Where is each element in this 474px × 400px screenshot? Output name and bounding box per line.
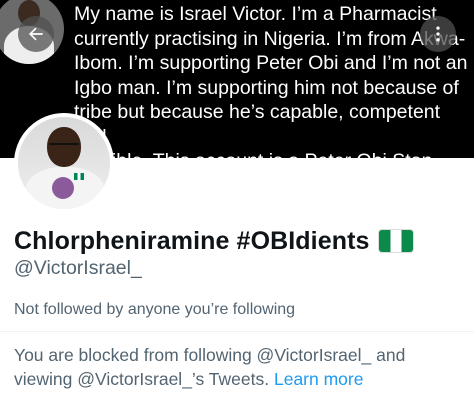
divider [0, 331, 474, 332]
profile-name-row: Chlorpheniramine #OBIdients [14, 226, 414, 256]
vertical-dots-icon [436, 26, 440, 42]
followed-by-text: Not followed by anyone you’re following [14, 301, 296, 318]
nigeria-flag-icon [377, 229, 414, 253]
blocked-notice: You are blocked from following @VictorIs… [14, 343, 464, 391]
arrow-left-icon [29, 27, 43, 41]
display-name: Chlorpheniramine #OBIdients [14, 226, 370, 255]
user-handle: @VictorIsrael_ [14, 257, 142, 279]
more-options-button[interactable] [420, 16, 456, 52]
learn-more-link[interactable]: Learn more [274, 369, 364, 389]
banner-bio-text: My name is Israel Victor. I’m a Pharmaci… [74, 3, 468, 158]
back-button[interactable] [18, 16, 54, 52]
profile-avatar[interactable] [14, 113, 114, 213]
